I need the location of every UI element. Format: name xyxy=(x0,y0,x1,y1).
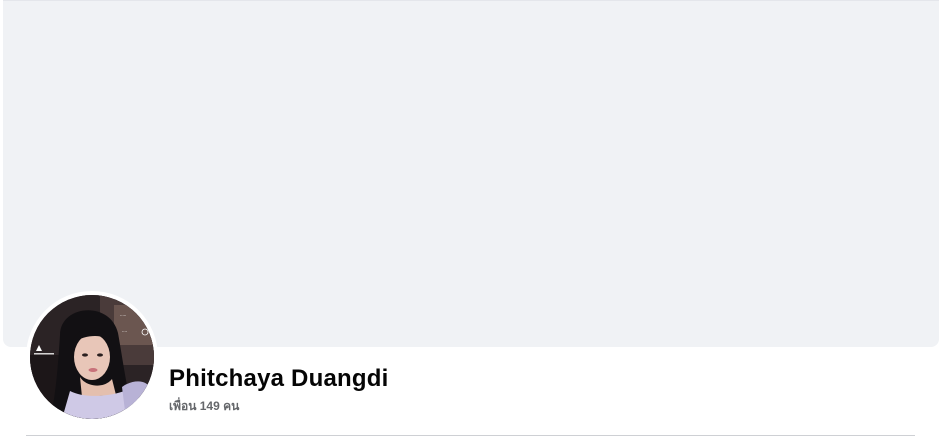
svg-text:·····: ····· xyxy=(120,313,126,318)
svg-text:····: ···· xyxy=(122,329,127,334)
friends-count[interactable]: เพื่อน 149 คน xyxy=(169,397,239,416)
profile-name[interactable]: Phitchaya Duangdi xyxy=(169,365,388,393)
avatar-photo-icon: ····· ···· xyxy=(30,295,154,419)
cover-photo[interactable] xyxy=(3,0,939,347)
profile-page: ····· ···· Phitchaya Duangdi เพื่อน 149 … xyxy=(0,0,943,437)
header-divider xyxy=(26,435,915,436)
profile-avatar[interactable]: ····· ···· xyxy=(30,295,154,419)
